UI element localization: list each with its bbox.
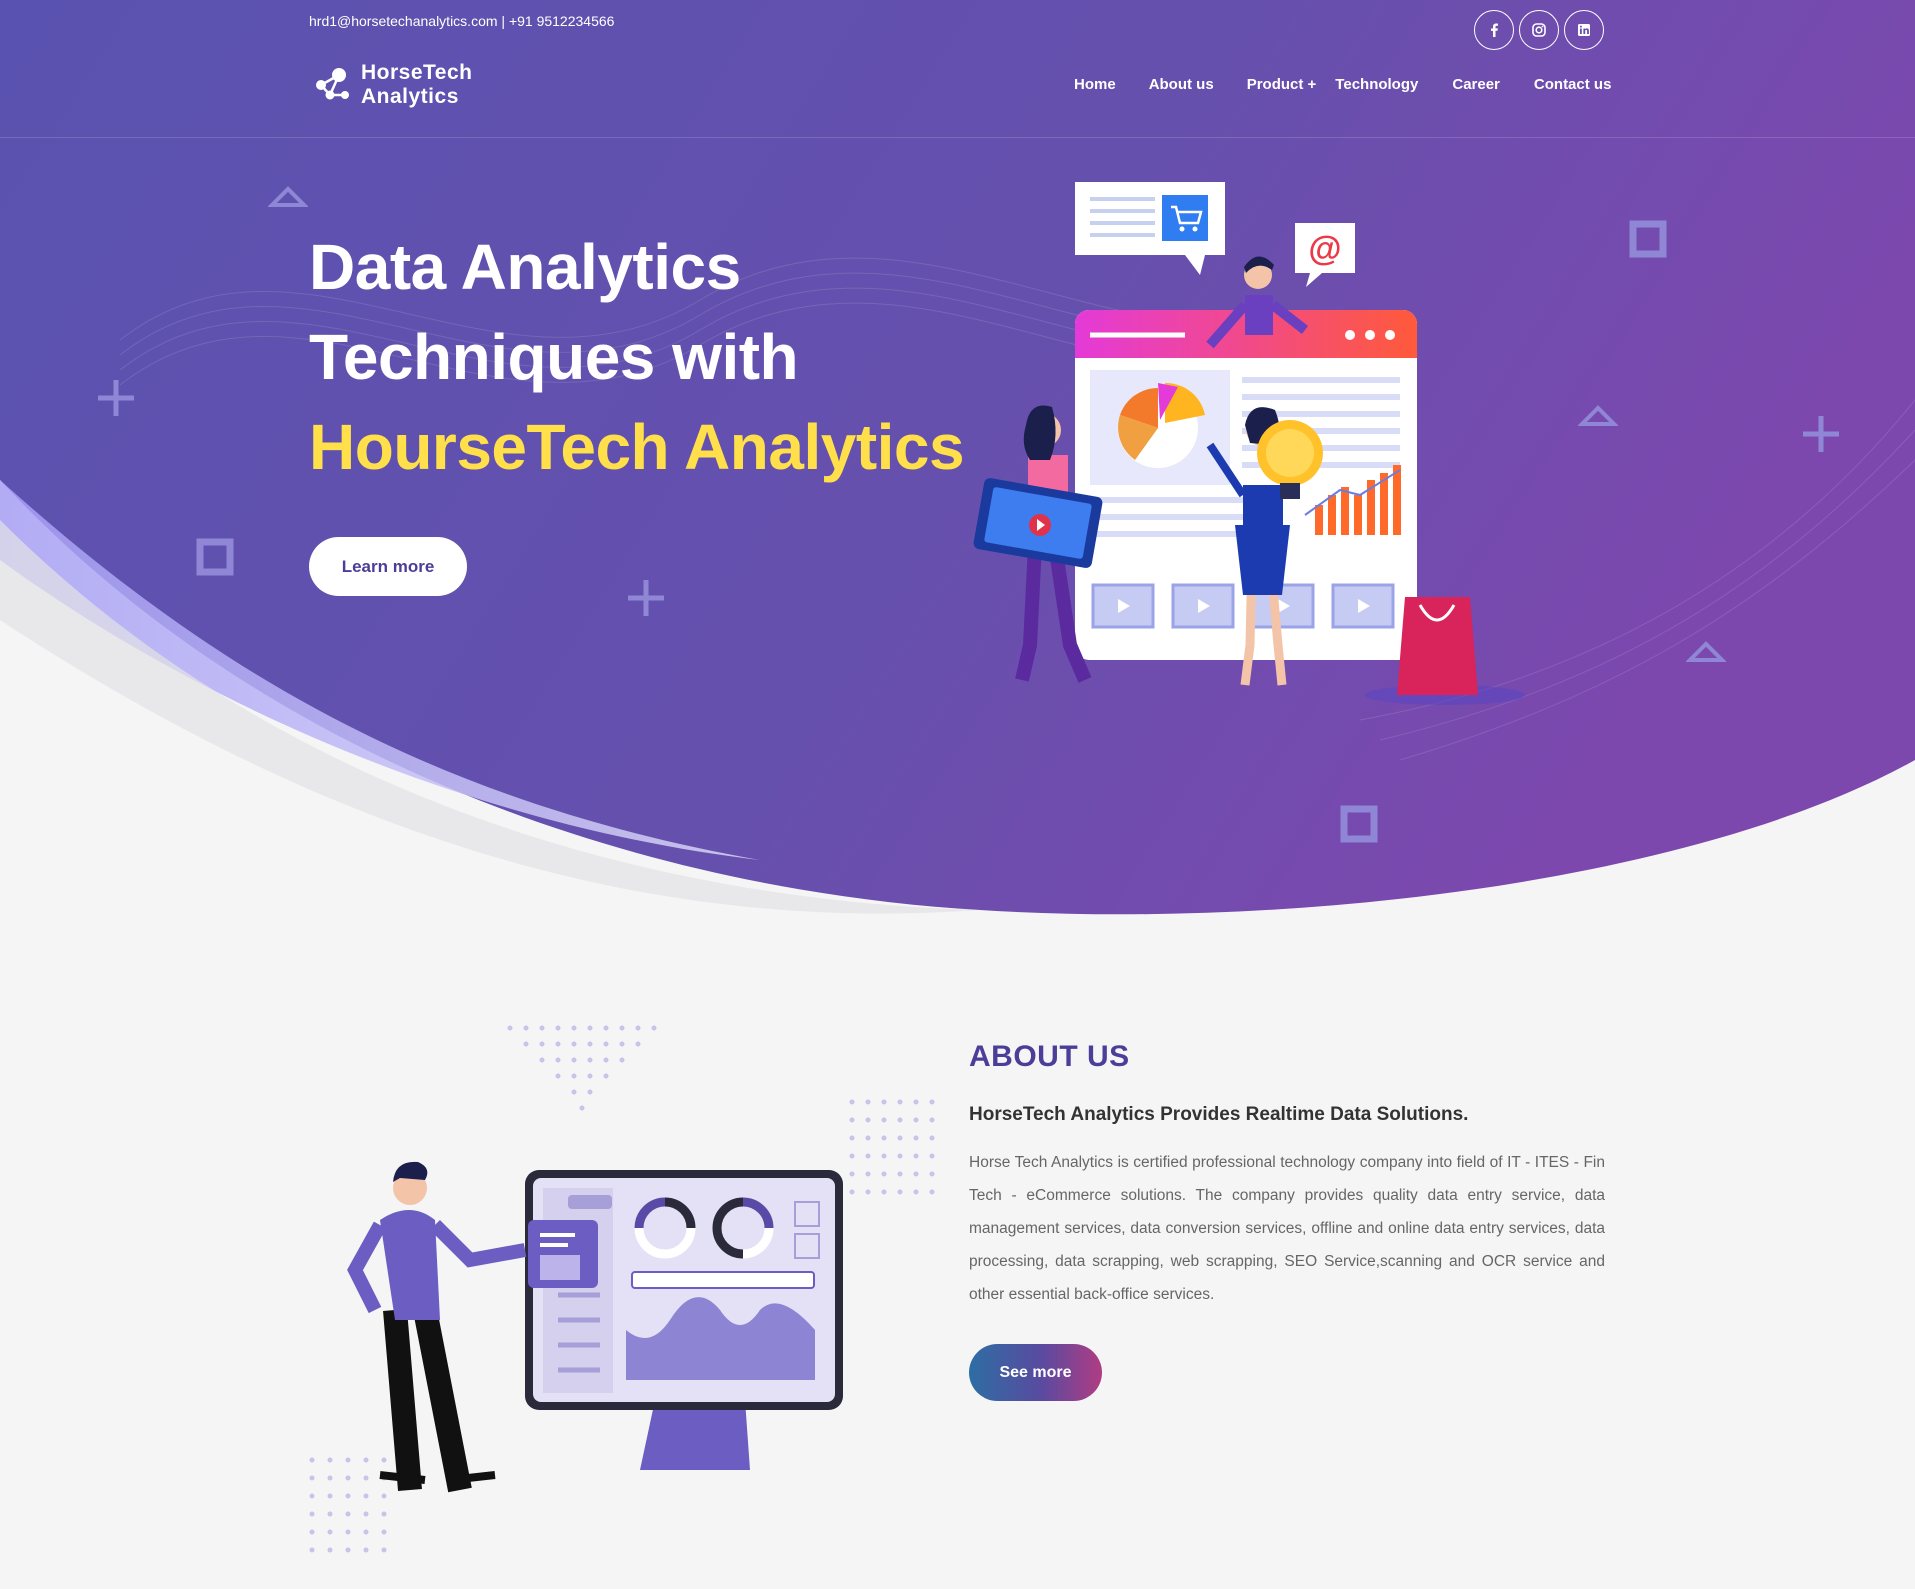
nav-contact-us[interactable]: Contact us [1534, 76, 1612, 93]
learn-more-button[interactable]: Learn more [309, 537, 467, 596]
plus-deco-icon [98, 380, 134, 416]
instagram-icon[interactable] [1519, 10, 1559, 50]
about-subheading: HorseTech Analytics Provides Realtime Da… [969, 1104, 1469, 1125]
square-deco-icon [196, 538, 234, 576]
triangle-deco-icon [1578, 405, 1618, 426]
about-heading: ABOUT US [969, 1040, 1130, 1073]
header: hrd1@horsetechanalytics.com | +91 951223… [0, 0, 1915, 138]
see-more-button[interactable]: See more [969, 1344, 1102, 1401]
linkedin-icon[interactable] [1564, 10, 1604, 50]
logo[interactable]: HorseTech Analytics [311, 61, 472, 109]
triangle-deco-icon [1686, 641, 1726, 662]
about-body: Horse Tech Analytics is certified profes… [969, 1154, 1605, 1303]
main-nav: Home About us Product + Technology Caree… [1074, 76, 1611, 93]
facebook-icon[interactable] [1474, 10, 1514, 50]
logo-line2: Analytics [361, 85, 459, 108]
plus-deco-icon [1803, 416, 1839, 452]
triangle-deco-icon [268, 186, 308, 207]
social-links [1474, 10, 1604, 50]
hero-illustration: @ [973, 182, 1525, 705]
logo-line1: HorseTech [361, 61, 473, 84]
nav-about-us[interactable]: About us [1149, 76, 1214, 93]
nav-technology[interactable]: Technology [1335, 76, 1418, 93]
hero-line-3: HourseTech Analytics [309, 411, 965, 483]
svg-text:@: @ [1308, 230, 1341, 268]
contact-info[interactable]: hrd1@horsetechanalytics.com | +91 951223… [309, 13, 614, 29]
about-illustration [309, 1025, 935, 1553]
hero-line-2: Techniques with [309, 321, 799, 393]
square-deco-icon [1340, 805, 1378, 843]
about-section: ABOUT US HorseTech Analytics Provides Re… [969, 1040, 1605, 1401]
hero-line-1: Data Analytics [309, 231, 741, 303]
hero-heading: Data Analytics Techniques with HourseTec… [309, 222, 965, 492]
logo-mark-icon [316, 68, 349, 100]
square-deco-icon [1629, 220, 1667, 258]
nav-product[interactable]: Product + [1247, 76, 1317, 93]
nav-home[interactable]: Home [1074, 76, 1116, 93]
plus-deco-icon [628, 580, 664, 616]
nav-career[interactable]: Career [1452, 76, 1500, 93]
